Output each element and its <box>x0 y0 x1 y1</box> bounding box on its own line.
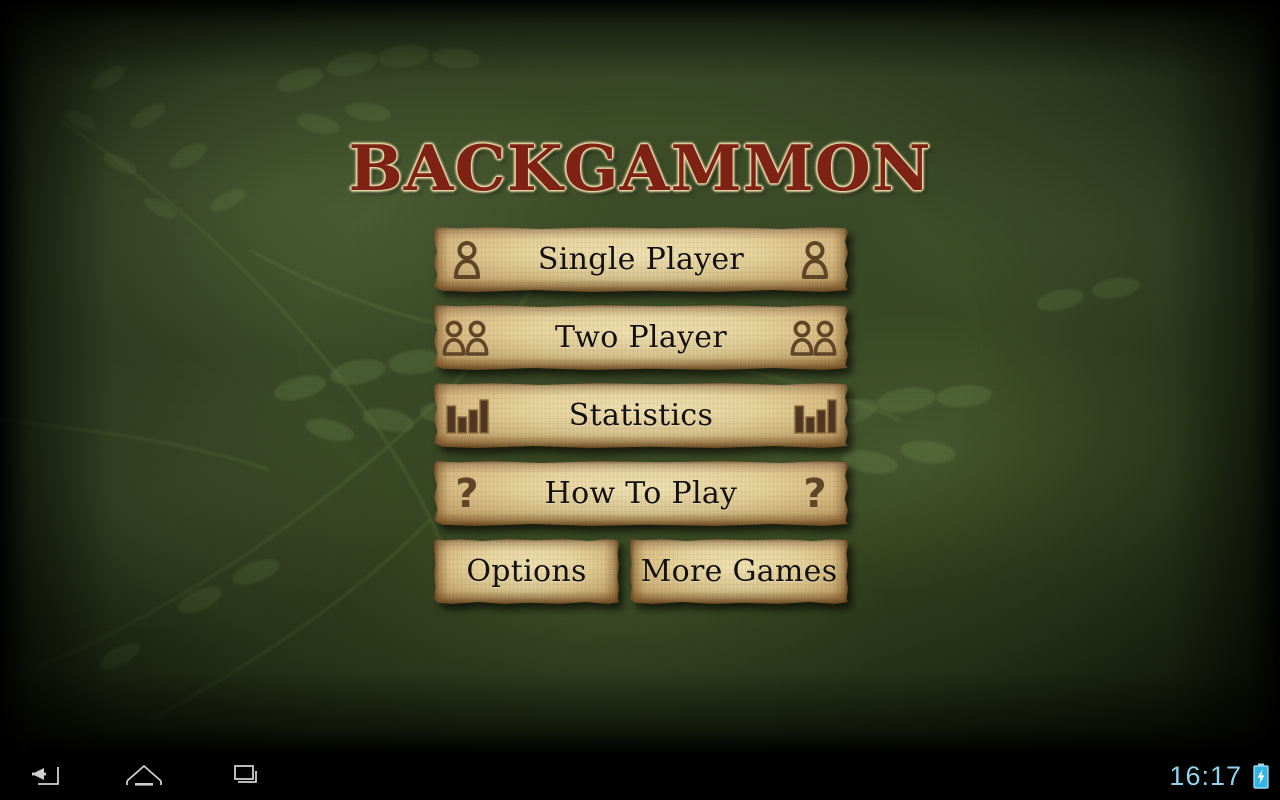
menu-row-how-to-play: ? How To Play ? <box>434 461 848 526</box>
main-menu: Single Player Two Player Statistics ? Ho… <box>434 227 848 617</box>
two-people-icon <box>782 318 848 358</box>
game-screen: BACKGAMMON Single Player Two Player Stat… <box>0 0 1280 752</box>
home-icon[interactable] <box>118 756 170 796</box>
menu-row-single-player: Single Player <box>434 227 848 292</box>
android-navigation-bar: 16:17 <box>0 752 1280 800</box>
statistics-button[interactable]: Statistics <box>434 383 848 448</box>
more-games-button[interactable]: More Games <box>630 539 848 604</box>
back-arrow-icon[interactable] <box>18 756 70 796</box>
question-mark-icon: ? <box>455 470 479 517</box>
person-icon <box>434 240 500 280</box>
menu-row-two-player: Two Player <box>434 305 848 370</box>
bar-chart-icon <box>782 397 848 435</box>
menu-row-statistics: Statistics <box>434 383 848 448</box>
single-player-label: Single Player <box>537 242 745 277</box>
more-games-label: More Games <box>640 554 838 589</box>
recent-apps-icon[interactable] <box>218 756 270 796</box>
two-player-label: Two Player <box>555 320 727 355</box>
how-to-play-label: How To Play <box>544 476 738 511</box>
nav-button-group <box>0 756 270 796</box>
how-to-play-button[interactable]: ? How To Play ? <box>434 461 848 526</box>
statistics-label: Statistics <box>568 398 714 433</box>
page-title: BACKGAMMON <box>348 131 932 205</box>
single-player-button[interactable]: Single Player <box>434 227 848 292</box>
question-mark-icon: ? <box>803 470 827 517</box>
menu-row-secondary: Options More Games <box>434 539 848 604</box>
status-area: 16:17 <box>1169 752 1270 800</box>
two-people-icon <box>434 318 500 358</box>
bar-chart-icon <box>434 397 500 435</box>
status-clock: 16:17 <box>1169 760 1242 791</box>
options-button[interactable]: Options <box>434 539 619 604</box>
person-icon <box>782 240 848 280</box>
options-label: Options <box>466 554 587 589</box>
two-player-button[interactable]: Two Player <box>434 305 848 370</box>
battery-charging-icon <box>1252 763 1270 789</box>
